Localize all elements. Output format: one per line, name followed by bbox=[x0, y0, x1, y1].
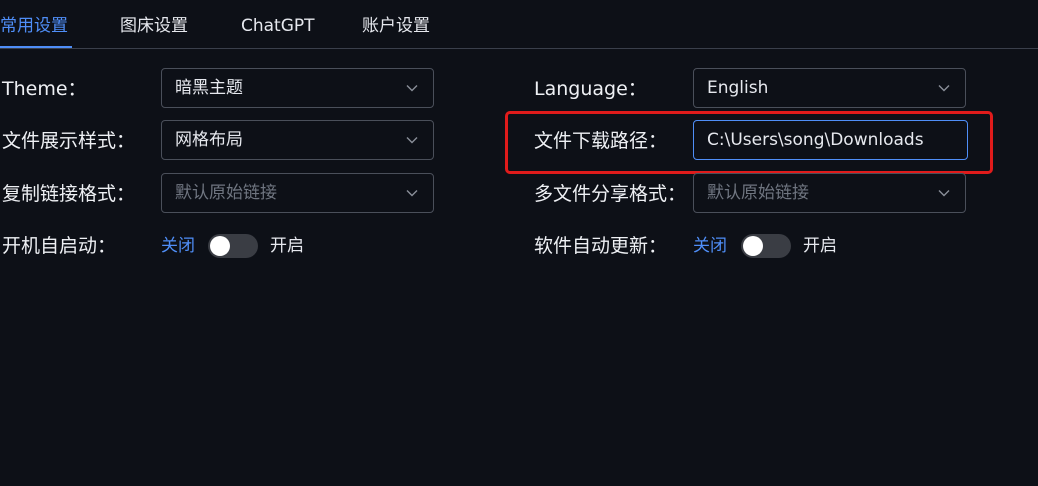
chevron-down-icon bbox=[938, 85, 950, 92]
autostart-on-text: 开启 bbox=[270, 236, 304, 256]
copy-link-format-select[interactable]: 默认原始链接 bbox=[161, 173, 434, 213]
file-display-style-value: 网格布局 bbox=[175, 130, 243, 150]
file-display-style-label: 文件展示样式： bbox=[2, 130, 136, 152]
language-select[interactable]: English bbox=[693, 68, 966, 108]
autostart-label: 开机自启动： bbox=[2, 235, 117, 257]
auto-update-on-text: 开启 bbox=[803, 236, 837, 256]
auto-update-off-text: 关闭 bbox=[693, 236, 727, 256]
copy-link-format-placeholder: 默认原始链接 bbox=[175, 183, 277, 203]
auto-update-label: 软件自动更新： bbox=[534, 235, 668, 257]
autostart-toggle[interactable] bbox=[208, 234, 258, 258]
auto-update-toggle[interactable] bbox=[741, 234, 791, 258]
copy-link-format-label: 复制链接格式： bbox=[2, 183, 136, 205]
multi-file-share-format-label: 多文件分享格式： bbox=[534, 183, 687, 205]
settings-tab-bar: 常用设置 图床设置 ChatGPT 账户设置 bbox=[0, 0, 1038, 49]
toggle-knob bbox=[743, 236, 763, 256]
active-tab-indicator bbox=[0, 46, 72, 48]
tab-general-settings[interactable]: 常用设置 bbox=[0, 14, 68, 38]
multi-file-share-format-placeholder: 默认原始链接 bbox=[707, 183, 809, 203]
theme-select[interactable]: 暗黑主题 bbox=[161, 68, 434, 108]
theme-select-value: 暗黑主题 bbox=[175, 78, 243, 98]
theme-label: Theme： bbox=[2, 78, 87, 100]
chevron-down-icon bbox=[406, 137, 418, 144]
download-path-label: 文件下载路径： bbox=[534, 130, 668, 152]
tab-account-settings[interactable]: 账户设置 bbox=[362, 14, 430, 38]
download-path-input[interactable] bbox=[693, 120, 968, 160]
file-display-style-select[interactable]: 网格布局 bbox=[161, 120, 434, 160]
autostart-off-text: 关闭 bbox=[161, 236, 195, 256]
chevron-down-icon bbox=[406, 85, 418, 92]
multi-file-share-format-select[interactable]: 默认原始链接 bbox=[693, 173, 966, 213]
chevron-down-icon bbox=[938, 190, 950, 197]
tab-chatgpt[interactable]: ChatGPT bbox=[241, 14, 315, 38]
language-label: Language： bbox=[534, 78, 647, 100]
toggle-knob bbox=[210, 236, 230, 256]
chevron-down-icon bbox=[406, 190, 418, 197]
language-select-value: English bbox=[707, 78, 769, 98]
tab-image-hosting-settings[interactable]: 图床设置 bbox=[120, 14, 188, 38]
